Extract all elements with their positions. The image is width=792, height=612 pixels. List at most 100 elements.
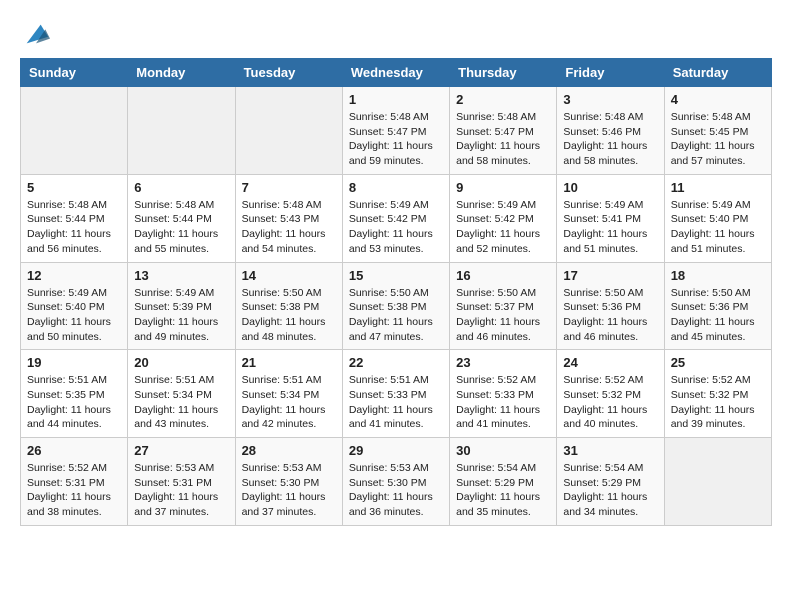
sunrise-label: Sunrise: 5:52 AM <box>456 374 536 386</box>
sunset-label: Sunset: 5:41 PM <box>563 213 641 225</box>
cell-content: Sunrise: 5:52 AM Sunset: 5:33 PM Dayligh… <box>456 373 550 432</box>
day-number: 7 <box>242 180 336 195</box>
daylight-label: Daylight: 11 hours and 46 minutes. <box>456 316 540 343</box>
column-header-wednesday: Wednesday <box>342 59 449 87</box>
calendar-cell: 22 Sunrise: 5:51 AM Sunset: 5:33 PM Dayl… <box>342 350 449 438</box>
cell-content: Sunrise: 5:48 AM Sunset: 5:46 PM Dayligh… <box>563 110 657 169</box>
day-number: 17 <box>563 268 657 283</box>
daylight-label: Daylight: 11 hours and 38 minutes. <box>27 491 111 518</box>
sunset-label: Sunset: 5:42 PM <box>456 213 534 225</box>
day-number: 21 <box>242 355 336 370</box>
cell-content: Sunrise: 5:52 AM Sunset: 5:32 PM Dayligh… <box>671 373 765 432</box>
daylight-label: Daylight: 11 hours and 39 minutes. <box>671 404 755 431</box>
daylight-label: Daylight: 11 hours and 58 minutes. <box>456 140 540 167</box>
sunrise-label: Sunrise: 5:54 AM <box>563 462 643 474</box>
cell-content: Sunrise: 5:49 AM Sunset: 5:40 PM Dayligh… <box>27 286 121 345</box>
sunrise-label: Sunrise: 5:48 AM <box>671 111 751 123</box>
sunset-label: Sunset: 5:45 PM <box>671 126 749 138</box>
sunset-label: Sunset: 5:34 PM <box>242 389 320 401</box>
sunset-label: Sunset: 5:29 PM <box>563 477 641 489</box>
column-header-saturday: Saturday <box>664 59 771 87</box>
cell-content: Sunrise: 5:50 AM Sunset: 5:36 PM Dayligh… <box>671 286 765 345</box>
sunrise-label: Sunrise: 5:50 AM <box>671 287 751 299</box>
calendar-cell <box>664 438 771 526</box>
calendar-cell: 19 Sunrise: 5:51 AM Sunset: 5:35 PM Dayl… <box>21 350 128 438</box>
calendar-cell: 3 Sunrise: 5:48 AM Sunset: 5:46 PM Dayli… <box>557 87 664 175</box>
sunset-label: Sunset: 5:34 PM <box>134 389 212 401</box>
column-header-thursday: Thursday <box>450 59 557 87</box>
day-number: 16 <box>456 268 550 283</box>
cell-content: Sunrise: 5:49 AM Sunset: 5:39 PM Dayligh… <box>134 286 228 345</box>
cell-content: Sunrise: 5:51 AM Sunset: 5:35 PM Dayligh… <box>27 373 121 432</box>
day-number: 26 <box>27 443 121 458</box>
day-number: 8 <box>349 180 443 195</box>
calendar-header-row: SundayMondayTuesdayWednesdayThursdayFrid… <box>21 59 772 87</box>
day-number: 28 <box>242 443 336 458</box>
cell-content: Sunrise: 5:52 AM Sunset: 5:32 PM Dayligh… <box>563 373 657 432</box>
column-header-friday: Friday <box>557 59 664 87</box>
daylight-label: Daylight: 11 hours and 51 minutes. <box>671 228 755 255</box>
calendar-week-row: 12 Sunrise: 5:49 AM Sunset: 5:40 PM Dayl… <box>21 262 772 350</box>
cell-content: Sunrise: 5:54 AM Sunset: 5:29 PM Dayligh… <box>456 461 550 520</box>
cell-content: Sunrise: 5:48 AM Sunset: 5:44 PM Dayligh… <box>27 198 121 257</box>
daylight-label: Daylight: 11 hours and 36 minutes. <box>349 491 433 518</box>
day-number: 9 <box>456 180 550 195</box>
calendar-cell: 16 Sunrise: 5:50 AM Sunset: 5:37 PM Dayl… <box>450 262 557 350</box>
sunrise-label: Sunrise: 5:50 AM <box>563 287 643 299</box>
sunset-label: Sunset: 5:32 PM <box>563 389 641 401</box>
sunrise-label: Sunrise: 5:49 AM <box>456 199 536 211</box>
calendar-cell: 8 Sunrise: 5:49 AM Sunset: 5:42 PM Dayli… <box>342 174 449 262</box>
day-number: 22 <box>349 355 443 370</box>
sunset-label: Sunset: 5:43 PM <box>242 213 320 225</box>
daylight-label: Daylight: 11 hours and 34 minutes. <box>563 491 647 518</box>
calendar-week-row: 26 Sunrise: 5:52 AM Sunset: 5:31 PM Dayl… <box>21 438 772 526</box>
calendar-cell: 9 Sunrise: 5:49 AM Sunset: 5:42 PM Dayli… <box>450 174 557 262</box>
calendar-body: 1 Sunrise: 5:48 AM Sunset: 5:47 PM Dayli… <box>21 87 772 526</box>
cell-content: Sunrise: 5:50 AM Sunset: 5:38 PM Dayligh… <box>242 286 336 345</box>
sunset-label: Sunset: 5:33 PM <box>456 389 534 401</box>
calendar-week-row: 1 Sunrise: 5:48 AM Sunset: 5:47 PM Dayli… <box>21 87 772 175</box>
daylight-label: Daylight: 11 hours and 42 minutes. <box>242 404 326 431</box>
sunrise-label: Sunrise: 5:48 AM <box>456 111 536 123</box>
cell-content: Sunrise: 5:49 AM Sunset: 5:42 PM Dayligh… <box>456 198 550 257</box>
calendar-cell: 26 Sunrise: 5:52 AM Sunset: 5:31 PM Dayl… <box>21 438 128 526</box>
sunset-label: Sunset: 5:44 PM <box>27 213 105 225</box>
sunrise-label: Sunrise: 5:49 AM <box>134 287 214 299</box>
sunrise-label: Sunrise: 5:50 AM <box>349 287 429 299</box>
calendar-cell: 2 Sunrise: 5:48 AM Sunset: 5:47 PM Dayli… <box>450 87 557 175</box>
sunrise-label: Sunrise: 5:48 AM <box>242 199 322 211</box>
calendar-cell <box>21 87 128 175</box>
calendar-cell: 25 Sunrise: 5:52 AM Sunset: 5:32 PM Dayl… <box>664 350 771 438</box>
sunrise-label: Sunrise: 5:49 AM <box>563 199 643 211</box>
calendar-cell: 6 Sunrise: 5:48 AM Sunset: 5:44 PM Dayli… <box>128 174 235 262</box>
sunrise-label: Sunrise: 5:49 AM <box>27 287 107 299</box>
cell-content: Sunrise: 5:49 AM Sunset: 5:41 PM Dayligh… <box>563 198 657 257</box>
day-number: 18 <box>671 268 765 283</box>
cell-content: Sunrise: 5:51 AM Sunset: 5:34 PM Dayligh… <box>134 373 228 432</box>
column-header-tuesday: Tuesday <box>235 59 342 87</box>
day-number: 13 <box>134 268 228 283</box>
sunrise-label: Sunrise: 5:49 AM <box>349 199 429 211</box>
cell-content: Sunrise: 5:52 AM Sunset: 5:31 PM Dayligh… <box>27 461 121 520</box>
calendar-cell: 21 Sunrise: 5:51 AM Sunset: 5:34 PM Dayl… <box>235 350 342 438</box>
sunset-label: Sunset: 5:33 PM <box>349 389 427 401</box>
cell-content: Sunrise: 5:53 AM Sunset: 5:31 PM Dayligh… <box>134 461 228 520</box>
sunrise-label: Sunrise: 5:53 AM <box>349 462 429 474</box>
page-header <box>20 20 772 48</box>
sunrise-label: Sunrise: 5:51 AM <box>242 374 322 386</box>
daylight-label: Daylight: 11 hours and 37 minutes. <box>134 491 218 518</box>
day-number: 5 <box>27 180 121 195</box>
cell-content: Sunrise: 5:49 AM Sunset: 5:42 PM Dayligh… <box>349 198 443 257</box>
day-number: 27 <box>134 443 228 458</box>
day-number: 24 <box>563 355 657 370</box>
cell-content: Sunrise: 5:53 AM Sunset: 5:30 PM Dayligh… <box>242 461 336 520</box>
sunset-label: Sunset: 5:36 PM <box>563 301 641 313</box>
daylight-label: Daylight: 11 hours and 54 minutes. <box>242 228 326 255</box>
sunrise-label: Sunrise: 5:48 AM <box>563 111 643 123</box>
calendar-cell: 31 Sunrise: 5:54 AM Sunset: 5:29 PM Dayl… <box>557 438 664 526</box>
daylight-label: Daylight: 11 hours and 56 minutes. <box>27 228 111 255</box>
calendar-cell: 15 Sunrise: 5:50 AM Sunset: 5:38 PM Dayl… <box>342 262 449 350</box>
sunset-label: Sunset: 5:32 PM <box>671 389 749 401</box>
day-number: 31 <box>563 443 657 458</box>
day-number: 11 <box>671 180 765 195</box>
